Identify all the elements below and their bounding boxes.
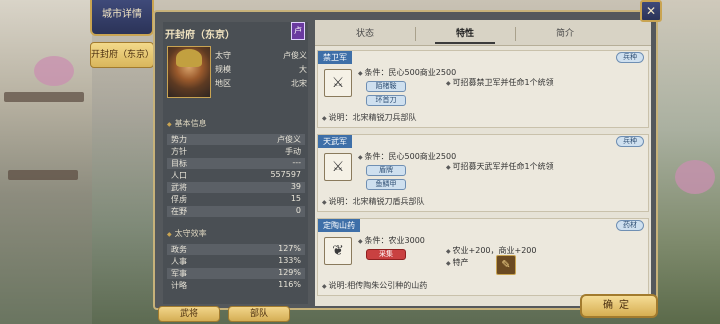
tab-status[interactable]: 状态 (335, 24, 395, 44)
basic-info-title: 基本信息 (167, 118, 207, 129)
tab-divider (415, 27, 416, 41)
feature-card: 禁卫军 兵种 ⚔ 条件：民心500商业2500 陌楮鞍 环首刀 可招募禁卫军并任… (317, 50, 649, 128)
basic-info-row: 方针 手动 (171, 147, 301, 156)
city-header: 开封府（东京） 卢 (165, 22, 305, 41)
herb-icon: ❦ (324, 237, 352, 265)
background-tree (34, 56, 74, 86)
efficiency-row: 政务 127% (167, 244, 305, 255)
card-effect: 农业+200，商业+200 (446, 245, 537, 256)
card-effect: 特产 (446, 257, 469, 268)
city-side-tab[interactable]: 开封府（东京） (90, 42, 154, 68)
governor-row: 太守 卢俊义 (215, 50, 307, 62)
tab-divider (515, 27, 516, 41)
card-tag: 兵种 (616, 52, 644, 63)
card-note: 说明：北宋精锐刀盾兵部队 (322, 196, 425, 207)
card-tag: 药材 (616, 220, 644, 231)
faction-flag-icon: 卢 (291, 22, 305, 40)
requirement-chip[interactable]: 盾牌 (366, 165, 406, 176)
gather-chip[interactable]: 采集 (366, 249, 406, 260)
soldiers-icon: ⚔ (324, 69, 352, 97)
scale-value: 大 (299, 65, 307, 74)
governor-portrait (167, 46, 211, 98)
basic-info-row: 在野 0 (167, 206, 305, 217)
features-column: 状态 特性 简介 禁卫军 兵种 ⚔ 条件：民心500商业2500 陌楮鞍 环首刀… (315, 20, 651, 306)
card-effect: 可招募天武军并任命1个统领 (446, 161, 554, 172)
efficiency-title: 太守效率 (167, 228, 207, 239)
basic-info-row: 势力 卢俊义 (167, 134, 305, 145)
card-condition: 条件：农业3000 (358, 235, 425, 246)
feature-card: 定陶山药 药材 ❦ 条件：农业3000 采集 农业+200，商业+200 特产 … (317, 218, 649, 296)
basic-info-row: 目标 --- (167, 158, 305, 169)
card-condition: 条件：民心500商业2500 (358, 151, 457, 162)
tab-intro[interactable]: 简介 (535, 24, 595, 44)
close-icon[interactable]: ✕ (640, 0, 662, 22)
generals-button[interactable]: 武将 (158, 306, 220, 322)
feature-card: 天武军 兵种 ⚔ 条件：民心500商业2500 盾牌 鱼鳞甲 可招募天武军并任命… (317, 134, 649, 212)
shield-soldiers-icon: ⚔ (324, 153, 352, 181)
efficiency-row: 军事 129% (167, 268, 305, 279)
card-title: 定陶山药 (318, 219, 360, 232)
background-roof (8, 170, 78, 180)
background-roof (4, 92, 84, 102)
requirement-chip[interactable]: 环首刀 (366, 95, 406, 106)
card-title: 禁卫军 (318, 51, 352, 64)
card-title: 天武军 (318, 135, 352, 148)
basic-info-row: 人口 557597 (171, 170, 301, 180)
background-tree (675, 160, 715, 194)
requirement-chip[interactable]: 鱼鳞甲 (366, 179, 406, 190)
region-row: 地区 北宋 (215, 78, 307, 90)
confirm-button[interactable]: 确定 (580, 294, 658, 318)
card-note: 说明:相传陶朱公引种的山药 (322, 280, 428, 291)
card-note: 说明：北宋精锐刀兵部队 (322, 112, 417, 123)
city-detail-panel: 开封府（东京） 卢 太守 卢俊义 规模 大 地区 北宋 基本信息 势力卢俊义 方… (153, 10, 658, 310)
card-tag: 兵种 (616, 136, 644, 147)
card-effect: 可招募禁卫军并任命1个统领 (446, 77, 554, 88)
efficiency-row: 计略 116% (171, 280, 301, 290)
scale-row: 规模 大 (215, 64, 307, 76)
efficiency-row: 人事 133% (171, 256, 301, 266)
requirement-chip[interactable]: 陌楮鞍 (366, 81, 406, 92)
troops-button[interactable]: 部队 (228, 306, 290, 322)
helmet-icon (176, 49, 202, 67)
governor-label: 太守 (215, 51, 231, 60)
background-left (0, 0, 92, 324)
basic-info-row: 武将 39 (167, 182, 305, 193)
region-value: 北宋 (291, 79, 307, 88)
yam-item-icon[interactable]: ✎ (496, 255, 516, 275)
card-condition: 条件：民心500商业2500 (358, 67, 457, 78)
region-label: 地区 (215, 79, 231, 88)
basic-info-row: 俘虏 15 (171, 194, 301, 204)
tab-bar: 状态 特性 简介 (315, 20, 651, 46)
city-info-column: 开封府（东京） 卢 太守 卢俊义 规模 大 地区 北宋 基本信息 势力卢俊义 方… (163, 22, 308, 304)
window-title: 城市详情 (90, 0, 154, 36)
governor-value: 卢俊义 (283, 51, 307, 60)
scale-label: 规模 (215, 65, 231, 74)
tab-features[interactable]: 特性 (435, 24, 495, 44)
city-name: 开封府（东京） (165, 30, 235, 41)
